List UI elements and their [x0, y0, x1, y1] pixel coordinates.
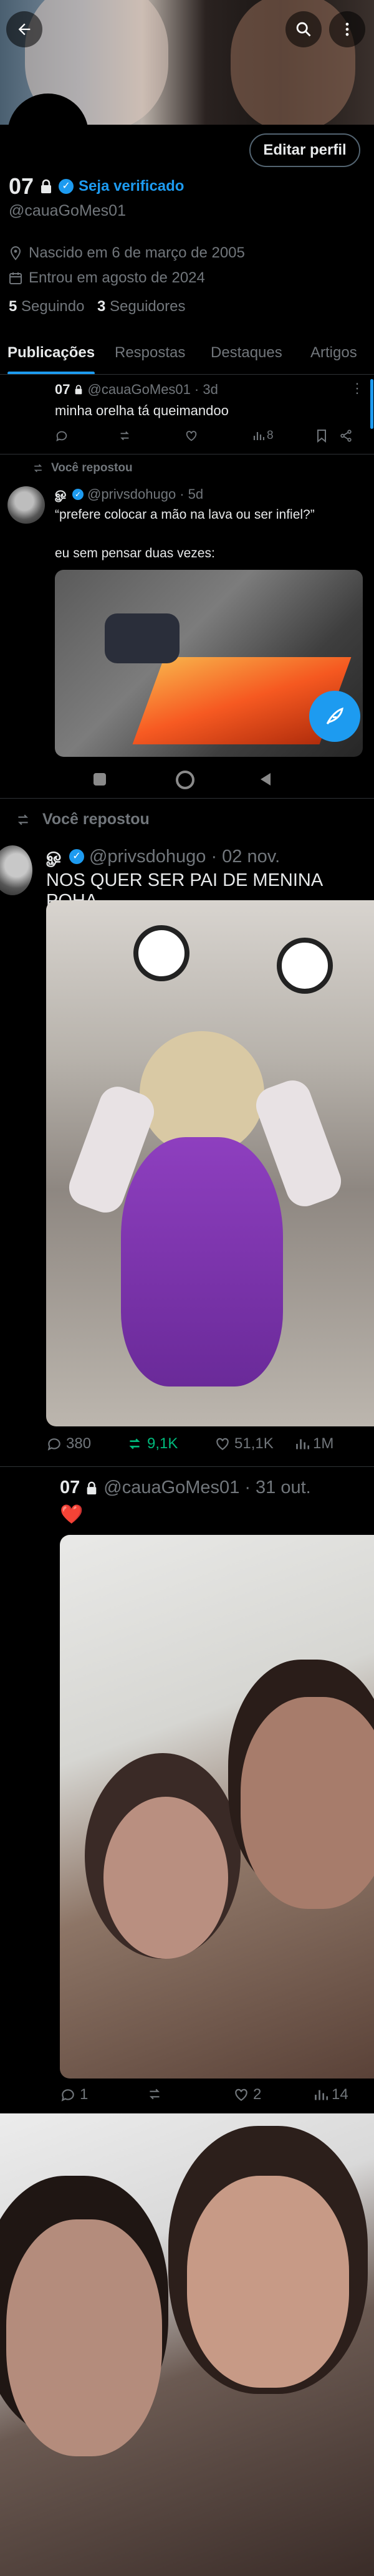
back-button[interactable] [6, 11, 42, 47]
verified-badge-icon: ✓ [69, 849, 84, 864]
repost1-text-1: “prefere colocar a mão na lava ou ser in… [55, 507, 315, 522]
reply-icon [61, 2089, 74, 2102]
profile-handle: @cauaGoMes01 [9, 202, 126, 219]
search-icon [296, 22, 311, 37]
tab-respostas[interactable]: Respostas [115, 344, 185, 362]
repost1-text-2: eu sem pensar duas vezes: [55, 546, 215, 560]
post2-time: · 31 out. [244, 1478, 311, 1497]
reply-icon [47, 1438, 60, 1451]
repost1-handle: @privsdohugo [87, 486, 176, 502]
repost1-time: · 5d [180, 486, 204, 502]
post1-views: 8 [267, 429, 274, 442]
bottom-photo[interactable] [0, 2113, 374, 2576]
lock-icon [41, 179, 52, 193]
repost-stat[interactable]: 9,1K [126, 1435, 178, 1453]
post1-name: 07 [55, 382, 70, 397]
repost2-likes: 51,1K [234, 1435, 274, 1452]
views-stat[interactable]: 8 [253, 429, 274, 443]
compose-feather-icon [326, 707, 343, 725]
verified-badge-icon: ✓ [59, 179, 74, 194]
post2-handle: @cauaGoMes01 [103, 1478, 240, 1497]
lock-icon [75, 385, 82, 395]
following-link[interactable]: 5 Seguindo [9, 298, 84, 315]
avatar[interactable] [7, 94, 89, 175]
more-button[interactable] [329, 11, 365, 47]
post2-views: 14 [332, 2086, 348, 2103]
repost-stat[interactable] [146, 2086, 163, 2102]
verified-badge-icon: ✓ [72, 488, 84, 500]
profile-joined: Entrou em agosto de 2024 [29, 269, 205, 286]
post2-likes: 2 [253, 2086, 262, 2103]
arrow-left-icon [18, 23, 31, 36]
post2-media-image[interactable] [60, 1535, 374, 2079]
reply-icon[interactable] [55, 429, 69, 443]
followers-link[interactable]: 3 Seguidores [97, 298, 185, 315]
back-triangle-icon[interactable] [258, 772, 273, 787]
edit-profile-button[interactable]: Editar perfil [249, 133, 360, 167]
tab-publicacoes[interactable]: Publicações [7, 344, 95, 362]
android-nav-bar [0, 762, 374, 798]
post2-name: 07 [60, 1478, 80, 1497]
followers-count: 3 [97, 298, 106, 315]
post1-more-icon[interactable]: ⋮ [350, 380, 364, 396]
repost-icon [149, 2088, 160, 2100]
share-icon[interactable] [339, 429, 353, 443]
views-icon [315, 2090, 328, 2100]
repost2-avatar[interactable] [0, 845, 32, 895]
post-divider [0, 798, 374, 799]
scroll-indicator[interactable] [370, 379, 373, 429]
post1-time: · 3d [194, 382, 218, 397]
repost1-author-logo-icon: ௐ [55, 485, 69, 501]
views-stat[interactable]: 14 [314, 2086, 348, 2103]
lock-icon [87, 1481, 97, 1494]
repost2-time: · 02 nov. [211, 846, 280, 867]
repost-icon[interactable] [117, 429, 132, 443]
repost-icon [34, 464, 42, 473]
like-icon [235, 2088, 247, 2101]
like-stat[interactable]: 51,1K [214, 1435, 274, 1453]
following-count: 5 [9, 298, 17, 315]
views-stat[interactable]: 1M [295, 1435, 333, 1453]
tabs-divider [0, 374, 374, 375]
repost1-avatar[interactable] [7, 486, 45, 524]
tab-artigos[interactable]: Artigos [310, 344, 357, 362]
post2-text: ❤️ [60, 1504, 84, 1525]
views-icon [253, 432, 264, 440]
profile-name: 07 [9, 173, 34, 199]
repost-icon [129, 1438, 140, 1449]
reply-stat[interactable]: 380 [46, 1435, 91, 1453]
location-pin-icon [10, 246, 21, 261]
repost1-label: Você repostou [51, 461, 133, 474]
repost2-replies: 380 [66, 1435, 92, 1452]
more-vertical-icon [345, 22, 349, 36]
repost2-label: Você repostou [42, 810, 150, 828]
recent-apps-button[interactable] [94, 773, 106, 786]
home-button[interactable] [176, 771, 194, 789]
repost2-views: 1M [313, 1435, 334, 1452]
post2-replies: 1 [80, 2086, 89, 2103]
like-icon[interactable] [185, 429, 198, 443]
post1-text: minha orelha tá queimandoo [55, 403, 229, 418]
verify-link[interactable]: Seja verificado [79, 178, 184, 195]
followers-label: Seguidores [110, 298, 186, 315]
like-icon [216, 1438, 229, 1450]
search-button[interactable] [285, 11, 322, 47]
post1-handle: @cauaGoMes01 [87, 382, 191, 397]
following-label: Seguindo [21, 298, 85, 315]
like-stat[interactable]: 2 [233, 2086, 261, 2103]
calendar-icon [9, 272, 22, 284]
reply-stat[interactable]: 1 [60, 2086, 88, 2103]
repost-icon [17, 814, 29, 825]
profile-birth: Nascido em 6 de março de 2005 [29, 244, 245, 261]
repost2-author-logo-icon: ௐ [46, 845, 64, 865]
views-icon [296, 1439, 309, 1449]
repost2-handle: @privsdohugo [89, 846, 206, 867]
repost2-reposts: 9,1K [147, 1435, 178, 1452]
bookmark-icon[interactable] [315, 429, 328, 443]
compose-fab-button[interactable] [309, 691, 360, 742]
tab-destaques[interactable]: Destaques [211, 344, 282, 362]
repost2-media-image[interactable] [46, 900, 374, 1426]
post-divider [0, 1466, 374, 1467]
